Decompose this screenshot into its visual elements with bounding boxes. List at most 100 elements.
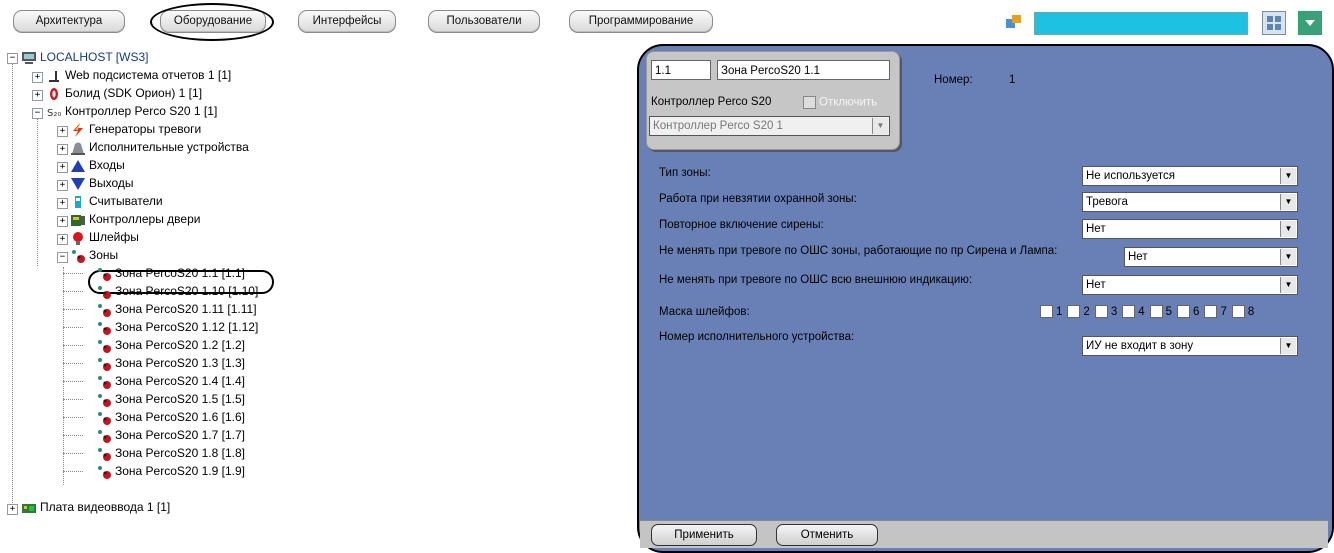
tree-root[interactable]: LOCALHOST [WS3]	[21, 48, 148, 66]
tree-item-zone[interactable]: Зона PercoS20 1.2 [1.2]	[96, 336, 245, 354]
zone-icon	[96, 429, 112, 443]
svg-text:S₂₀: S₂₀	[47, 108, 61, 119]
tree-item-bolid[interactable]: Болид (SDK Орион) 1 [1]	[46, 84, 202, 102]
loops-label: Маска шлейфов:	[659, 306, 750, 318]
tree-item-zones[interactable]: Зоны	[70, 246, 118, 264]
tree-item-perco-controller[interactable]: S₂₀ Контроллер Perco S20 1 [1]	[46, 102, 217, 120]
loops-mask: 12345678	[1040, 305, 1259, 318]
checkbox-box	[1067, 305, 1081, 318]
siren-label: Повторное включение сирены:	[659, 219, 824, 231]
siren-select[interactable]: Нет ▼	[1082, 219, 1298, 239]
loop-checkbox[interactable]: 4	[1122, 305, 1145, 318]
tree-item-readers[interactable]: Считыватели	[70, 192, 163, 210]
tree-item-outputs[interactable]: Выходы	[70, 174, 134, 192]
tree-expand-executive[interactable]: +	[57, 144, 68, 155]
apply-button[interactable]: Применить	[651, 524, 757, 546]
zone-label: Зона PercoS20 1.8 [1.8]	[115, 446, 245, 460]
tree-item-door-controllers[interactable]: Контроллеры двери	[70, 210, 200, 228]
zone-label: Зона PercoS20 1.10 [1.10]	[115, 284, 259, 298]
tree-expand-inputs[interactable]: +	[57, 162, 68, 173]
parent-label: Контроллер Perco S20	[651, 96, 772, 108]
zone-label: Зона PercoS20 1.4 [1.4]	[115, 374, 245, 388]
no-change-ind-label: Не менять при тревоге по ОШС всю внешнюю…	[659, 274, 973, 286]
tree-collapse-zones[interactable]: −	[57, 252, 68, 263]
users-icon[interactable]	[1005, 14, 1023, 30]
tree-item-zone[interactable]: Зона PercoS20 1.7 [1.7]	[96, 426, 245, 444]
chevron-down-icon[interactable]	[1298, 11, 1322, 35]
tree-collapse-perco[interactable]: −	[32, 108, 43, 119]
tree-expand-door[interactable]: +	[57, 216, 68, 227]
tree-collapse-root[interactable]: −	[7, 53, 18, 64]
tab-programming[interactable]: Программирование	[569, 10, 713, 33]
tree-item-zone[interactable]: Зона PercoS20 1.12 [1.12]	[96, 318, 258, 336]
output-icon	[70, 177, 86, 191]
parent-select[interactable]: Контроллер Perco S20 1 ▼	[649, 116, 890, 136]
loop-checkbox[interactable]: 1	[1040, 305, 1062, 318]
loop-checkbox[interactable]: 2	[1067, 305, 1090, 318]
tree-item-inputs[interactable]: Входы	[70, 156, 125, 174]
tree-item-executive-devices[interactable]: Исполнительные устройства	[70, 138, 249, 156]
tree-item-zone[interactable]: Зона PercoS20 1.8 [1.8]	[96, 444, 245, 462]
loop-checkbox[interactable]: 3	[1094, 305, 1117, 318]
chevron-down-icon: ▼	[872, 118, 888, 134]
tree-expand-web[interactable]: +	[32, 72, 43, 83]
tab-users[interactable]: Пользователи	[428, 10, 540, 33]
input-icon	[70, 159, 86, 173]
tree-item-zone[interactable]: Зона PercoS20 1.9 [1.9]	[96, 462, 245, 480]
checkbox-box	[1094, 305, 1108, 318]
zone-type-label: Тип зоны:	[659, 167, 711, 179]
tree-expand-video[interactable]: +	[7, 504, 18, 515]
tree-item-zone[interactable]: Зона PercoS20 1.5 [1.5]	[96, 390, 245, 408]
no-change-ind-select[interactable]: Нет ▼	[1082, 275, 1298, 295]
device-select[interactable]: ИУ не входит в зону ▼	[1082, 336, 1298, 356]
tree-expand-loops[interactable]: +	[57, 234, 68, 245]
zone-label: Зона PercoS20 1.5 [1.5]	[115, 392, 245, 406]
zone-id-field[interactable]: 1.1	[651, 60, 711, 80]
tab-interfaces[interactable]: Интерфейсы	[298, 10, 396, 33]
tree-item-web-reports[interactable]: Web подсистема отчетов 1 [1]	[46, 66, 231, 84]
tree-item-loops[interactable]: Шлейфы	[70, 228, 139, 246]
no-change-siren-label: Не менять при тревоге по ОШС зоны, работ…	[659, 245, 1058, 257]
zone-name-field[interactable]: Зона PercoS20 1.1	[717, 60, 890, 80]
number-label: Номер:	[934, 74, 973, 86]
loop-checkbox[interactable]: 7	[1204, 305, 1227, 318]
tree-item-zone[interactable]: Зона PercoS20 1.4 [1.4]	[96, 372, 245, 390]
chevron-down-icon: ▼	[1280, 194, 1296, 210]
checkbox-box	[1149, 305, 1163, 318]
chevron-down-icon: ▼	[1280, 277, 1296, 293]
zone-label: Зона PercoS20 1.6 [1.6]	[115, 410, 245, 424]
tab-architecture[interactable]: Архитектура	[13, 10, 125, 33]
zone-label: Зона PercoS20 1.3 [1.3]	[115, 356, 245, 370]
number-value: 1	[1009, 74, 1016, 86]
loop-checkbox[interactable]: 8	[1231, 305, 1254, 318]
layout-grid-icon[interactable]	[1262, 11, 1286, 35]
report-icon	[46, 69, 62, 83]
checkbox-box	[1231, 305, 1245, 318]
tree-item-zone[interactable]: Зона PercoS20 1.11 [1.11]	[96, 300, 257, 318]
tree-expand-bolid[interactable]: +	[32, 90, 43, 101]
tree-item-zone[interactable]: Зона PercoS20 1.3 [1.3]	[96, 354, 245, 372]
zone-icon	[96, 303, 112, 317]
zone-icon	[96, 393, 112, 407]
tree-item-zone[interactable]: Зона PercoS20 1.6 [1.6]	[96, 408, 245, 426]
tree-expand-outputs[interactable]: +	[57, 180, 68, 191]
tree-item-video-board[interactable]: Плата видеоввода 1 [1]	[21, 498, 170, 516]
loop-checkbox[interactable]: 6	[1177, 305, 1199, 318]
device-label: Номер исполнительного устройства:	[659, 331, 855, 343]
tree-expand-generators[interactable]: +	[57, 126, 68, 137]
tree-item-zone[interactable]: Зона PercoS20 1.10 [1.10]	[96, 282, 258, 300]
cancel-button[interactable]: Отменить	[776, 524, 878, 546]
search-input[interactable]	[1034, 12, 1248, 35]
zone-type-select[interactable]: Не используется ▼	[1082, 166, 1298, 186]
zones-icon	[70, 249, 86, 263]
no-change-siren-select[interactable]: Нет ▼	[1124, 247, 1298, 267]
tree-expand-readers[interactable]: +	[57, 198, 68, 209]
bolid-icon	[46, 87, 62, 101]
tab-equipment[interactable]: Оборудование	[160, 10, 266, 33]
loop-checkbox[interactable]: 5	[1149, 305, 1172, 318]
tree-root-label: LOCALHOST [WS3]	[40, 50, 149, 64]
unarmed-select[interactable]: Тревога ▼	[1082, 192, 1298, 212]
tree-item-zone[interactable]: Зона PercoS20 1.1 [1.1]	[96, 264, 245, 282]
tree-item-alarm-generators[interactable]: Генераторы тревоги	[70, 120, 201, 138]
disable-checkbox[interactable]: Отключить	[803, 96, 877, 109]
